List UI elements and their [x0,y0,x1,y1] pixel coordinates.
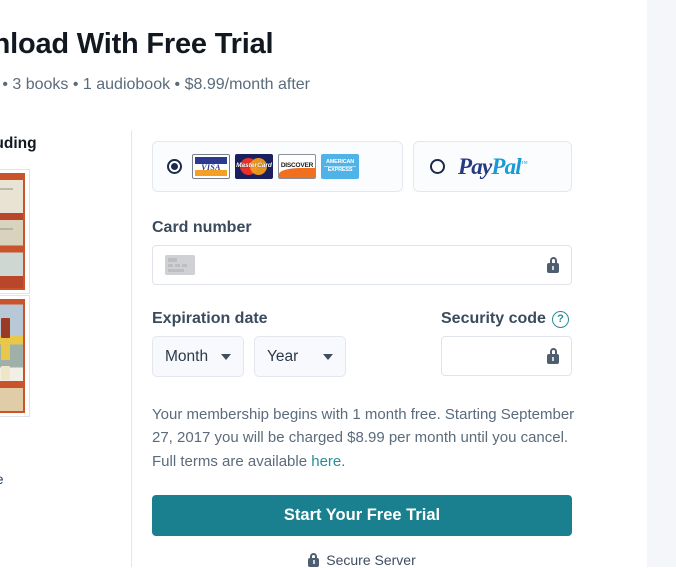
expiration-security-row: Expiration date Month Year Security code… [152,310,572,377]
lock-icon [547,257,559,273]
amex-logo: AMERICAN EXPRESS [321,154,359,179]
left-column-more-link[interactable]: …re [0,472,4,487]
security-code-label: Security code [441,310,546,327]
accepted-card-logos: VISA MasterCard DISCOVER AMERICAN EXPRES… [192,154,359,179]
expiration-group: Expiration date Month Year [152,310,402,377]
payment-method-selector: VISA MasterCard DISCOVER AMERICAN EXPRES… [152,141,572,192]
chevron-down-icon [323,353,333,360]
expiration-month-value: Month [165,347,209,365]
payment-option-paypal[interactable]: PayPal™ [413,141,572,192]
mastercard-logo: MasterCard [235,154,273,179]
full-terms-link[interactable]: here [311,453,341,470]
terms-text: Your membership begins with 1 month free… [152,403,580,473]
security-code-input[interactable] [441,336,572,376]
expiration-selects: Month Year [152,336,402,377]
book-spine-tag [1,318,10,338]
lock-icon [308,552,320,567]
card-number-input[interactable] [152,245,572,285]
help-icon[interactable]: ? [551,310,569,328]
left-column-title: …ents including [0,135,37,152]
expiration-year-value: Year [267,347,299,365]
start-free-trial-button[interactable]: Start Your Free Trial [152,494,572,536]
book-cover-art-1 [0,173,25,290]
security-code-label-row: Security code ? [441,310,572,328]
terms-period: . [341,452,346,470]
book-cover-detail [0,228,13,230]
secure-server-label: Secure Server [326,551,416,568]
book-cover-thumbnail-2[interactable] [0,295,30,417]
page-right-gutter [647,0,676,567]
generic-card-icon [165,255,195,275]
payment-form: VISA MasterCard DISCOVER AMERICAN EXPRES… [152,141,574,568]
paypal-trademark: ™ [520,159,528,168]
radio-paypal[interactable] [430,159,445,174]
paypal-logo: PayPal™ [458,154,528,179]
terms-sentence: Your membership begins with 1 month free… [152,406,575,470]
security-code-group: Security code ? [441,310,572,376]
expiration-month-select[interactable]: Month [152,336,244,377]
expiration-year-select[interactable]: Year [254,336,346,377]
column-divider [131,130,132,567]
paypal-logo-pay: Pay [458,154,492,179]
card-number-label: Card number [152,219,252,236]
page-subheadline: …ents, news, and magazines • 3 books • 1… [0,76,311,93]
radio-credit-card[interactable] [167,159,182,174]
payment-option-credit-card[interactable]: VISA MasterCard DISCOVER AMERICAN EXPRES… [152,141,403,192]
paypal-logo-pal: Pal [491,154,521,179]
checkout-page: Download With Free Trial …ents, news, an… [0,0,647,568]
visa-logo: VISA [192,154,230,179]
left-benefits-column: …ents including …re [0,125,131,567]
page-headline: Download With Free Trial [0,28,274,60]
book-cover-thumbnail-1[interactable] [0,169,30,294]
chevron-down-icon [221,353,231,360]
book-cover-detail [0,188,13,190]
book-spine-tag [1,366,10,380]
expiration-date-label: Expiration date [152,310,268,327]
secure-server-notice: Secure Server [152,552,572,568]
lock-icon [547,348,559,364]
book-spine-tag [1,344,10,360]
discover-logo: DISCOVER [278,154,316,179]
